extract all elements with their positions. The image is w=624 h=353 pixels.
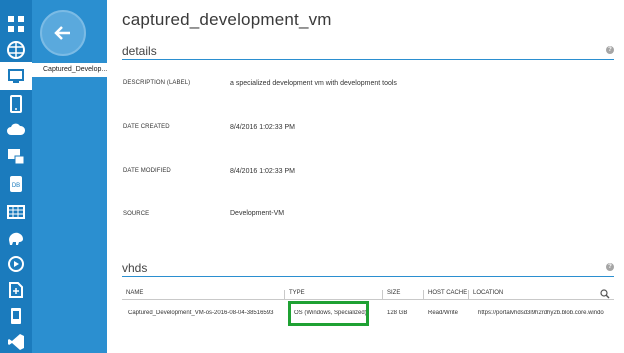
web-sites-icon[interactable] bbox=[4, 38, 28, 62]
description-value: a specialized development vm with develo… bbox=[230, 80, 397, 87]
storage-icon[interactable] bbox=[4, 200, 28, 224]
vhds-section-header: vhds ? bbox=[122, 259, 614, 277]
search-icon[interactable] bbox=[600, 289, 610, 299]
type-highlight-box bbox=[288, 301, 369, 326]
help-icon[interactable]: ? bbox=[606, 263, 614, 271]
item-panel: Captured_Develop... bbox=[32, 0, 107, 353]
mobile-services-icon[interactable] bbox=[4, 92, 28, 116]
service-bus-icon[interactable] bbox=[4, 278, 28, 302]
batch-icon[interactable] bbox=[4, 144, 28, 168]
vhd-name-cell: Captured_Development_VM-os-2016-08-04-38… bbox=[128, 310, 274, 316]
svg-text:DB: DB bbox=[12, 183, 20, 189]
column-header-size[interactable]: SIZE bbox=[382, 290, 423, 300]
table-header-row: NAME TYPE SIZE HOST CACHE LOCATION bbox=[122, 288, 614, 300]
media-services-icon[interactable] bbox=[4, 252, 28, 276]
vhd-host-cache-cell: Read/Write bbox=[428, 310, 458, 316]
cloud-services-icon[interactable] bbox=[4, 118, 28, 142]
column-header-location[interactable]: LOCATION bbox=[468, 290, 614, 300]
column-header-name[interactable]: NAME bbox=[122, 290, 284, 300]
vhd-location-cell[interactable]: https://portalvhdsd3l9h2rdhy2b.blob.core… bbox=[478, 310, 614, 316]
visual-studio-icon[interactable] bbox=[4, 330, 28, 353]
hdinsight-icon[interactable] bbox=[4, 226, 28, 250]
source-label: SOURCE bbox=[123, 211, 150, 217]
details-section-header: details ? bbox=[122, 42, 614, 60]
help-icon[interactable]: ? bbox=[606, 46, 614, 54]
page-title: captured_development_vm bbox=[122, 10, 332, 29]
all-items-icon[interactable] bbox=[4, 12, 28, 36]
back-button[interactable] bbox=[40, 10, 86, 56]
date-modified-value: 8/4/2016 1:02:33 PM bbox=[230, 168, 295, 175]
date-modified-label: DATE MODIFIED bbox=[123, 168, 171, 174]
date-created-label: DATE CREATED bbox=[123, 124, 170, 130]
virtual-machines-icon[interactable] bbox=[0, 62, 32, 90]
source-value: Development-VM bbox=[230, 210, 285, 217]
vhds-heading: vhds bbox=[122, 261, 148, 275]
column-header-host-cache[interactable]: HOST CACHE bbox=[423, 290, 468, 300]
column-header-type[interactable]: TYPE bbox=[284, 290, 382, 300]
panel-item-selected[interactable]: Captured_Develop... bbox=[32, 63, 107, 77]
date-created-value: 8/4/2016 1:02:33 PM bbox=[230, 124, 295, 131]
main-content: captured_development_vm details ? DESCRI… bbox=[107, 0, 624, 353]
vhd-size-cell: 128 GB bbox=[387, 310, 408, 316]
sql-databases-icon[interactable]: DB bbox=[4, 172, 28, 196]
description-label: DESCRIPTION (LABEL) bbox=[123, 80, 191, 86]
arrow-left-icon bbox=[54, 26, 70, 40]
mobile-engagement-icon[interactable] bbox=[4, 304, 28, 328]
details-heading: details bbox=[122, 44, 157, 58]
service-rail: DB bbox=[0, 0, 32, 353]
